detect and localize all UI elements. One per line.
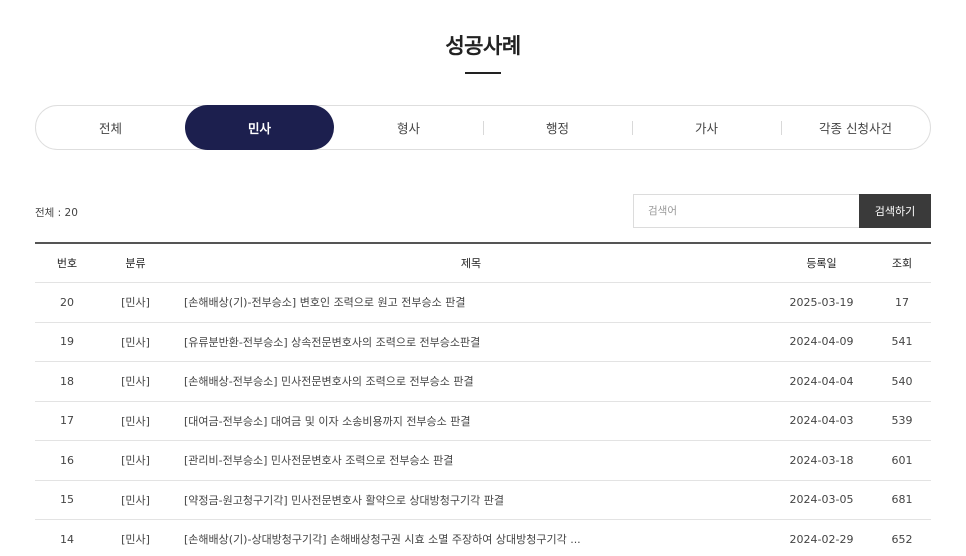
table-row[interactable]: 20 [민사] [손해배상(기)-전부승소] 변호인 조력으로 원고 전부승소 …	[35, 283, 931, 323]
row-title-cell: [대여금-전부승소] 대여금 및 이자 소송비용까지 전부승소 판결	[172, 413, 770, 429]
posts-table: 번호 분류 제목 등록일 조회 20 [민사] [손해배상(기)-전부승소] 변…	[35, 242, 931, 556]
title-underline	[465, 72, 501, 74]
total-count: 전체 : 20	[35, 207, 78, 219]
tab-administrative[interactable]: 행정	[483, 106, 632, 149]
row-title-link[interactable]: [손해배상(기)-상대방청구기각] 손해배상청구권 시효 소멸 주장하여 상대방…	[184, 533, 581, 546]
category-tabs: 전체 민사 형사 행정 가사 각종 신청사건	[35, 105, 931, 150]
page-title: 성공사례	[445, 34, 521, 58]
header-title: 제목	[460, 257, 482, 270]
tab-criminal[interactable]: 형사	[334, 106, 483, 149]
row-date: 2024-04-09	[789, 335, 854, 349]
table-row[interactable]: 14 [민사] [손해배상(기)-상대방청구기각] 손해배상청구권 시효 소멸 …	[35, 520, 931, 556]
table-row[interactable]: 19 [민사] [유류분반환-전부승소] 상속전문변호사의 조력으로 전부승소판…	[35, 323, 931, 362]
row-date: 2024-04-03	[789, 414, 854, 428]
row-category: [민사]	[121, 533, 150, 547]
row-num: 17	[60, 414, 74, 428]
row-category: [민사]	[121, 375, 150, 389]
header-category: 분류	[125, 257, 146, 270]
row-title-link[interactable]: [관리비-전부승소] 민사전문변호사 조력으로 전부승소 판결	[184, 454, 453, 467]
row-num: 19	[60, 335, 74, 349]
tab-civil[interactable]: 민사	[185, 105, 334, 150]
row-num: 15	[60, 493, 74, 507]
table-header: 번호 분류 제목 등록일 조회	[35, 244, 931, 283]
row-title-link[interactable]: [대여금-전부승소] 대여금 및 이자 소송비용까지 전부승소 판결	[184, 415, 471, 428]
row-title-cell: [유류분반환-전부승소] 상속전문변호사의 조력으로 전부승소판결	[172, 334, 770, 350]
row-title-cell: [관리비-전부승소] 민사전문변호사 조력으로 전부승소 판결	[172, 452, 770, 468]
row-title-link[interactable]: [유류분반환-전부승소] 상속전문변호사의 조력으로 전부승소판결	[184, 336, 480, 349]
search-input[interactable]	[633, 194, 859, 228]
row-views: 601	[891, 453, 913, 467]
row-category: [민사]	[121, 454, 150, 468]
header-num: 번호	[56, 257, 78, 270]
row-views: 540	[891, 374, 913, 388]
row-title-link[interactable]: [손해배상-전부승소] 민사전문변호사의 조력으로 전부승소 판결	[184, 375, 474, 388]
row-title-cell: [손해배상(기)-상대방청구기각] 손해배상청구권 시효 소멸 주장하여 상대방…	[172, 531, 770, 547]
table-row[interactable]: 18 [민사] [손해배상-전부승소] 민사전문변호사의 조력으로 전부승소 판…	[35, 362, 931, 402]
row-views: 17	[895, 295, 909, 309]
header-views: 조회	[891, 257, 913, 270]
row-date: 2024-02-29	[789, 532, 854, 546]
row-views: 652	[891, 532, 913, 546]
row-title-link[interactable]: [약정금-원고청구기각] 민사전문변호사 활약으로 상대방청구기각 판결	[184, 494, 504, 507]
row-category: [민사]	[121, 296, 150, 310]
row-date: 2024-03-05	[789, 493, 854, 507]
row-views: 539	[891, 414, 913, 428]
tab-petitions[interactable]: 각종 신청사건	[781, 106, 930, 149]
row-title-cell: [약정금-원고청구기각] 민사전문변호사 활약으로 상대방청구기각 판결	[172, 492, 770, 508]
row-date: 2024-03-18	[789, 453, 854, 467]
search-button[interactable]: 검색하기	[859, 194, 931, 228]
row-category: [민사]	[121, 414, 150, 428]
table-row[interactable]: 15 [민사] [약정금-원고청구기각] 민사전문변호사 활약으로 상대방청구기…	[35, 481, 931, 520]
row-title-cell: [손해배상-전부승소] 민사전문변호사의 조력으로 전부승소 판결	[172, 373, 770, 389]
row-views: 681	[891, 493, 913, 507]
row-num: 14	[60, 532, 74, 546]
row-views: 541	[891, 335, 913, 349]
row-date: 2024-04-04	[789, 374, 854, 388]
table-row[interactable]: 16 [민사] [관리비-전부승소] 민사전문변호사 조력으로 전부승소 판결 …	[35, 441, 931, 481]
row-num: 20	[60, 295, 74, 309]
row-title-cell: [손해배상(기)-전부승소] 변호인 조력으로 원고 전부승소 판결	[172, 294, 770, 310]
row-title-link[interactable]: [손해배상(기)-전부승소] 변호인 조력으로 원고 전부승소 판결	[184, 296, 466, 309]
tab-family[interactable]: 가사	[632, 106, 781, 149]
row-category: [민사]	[121, 335, 150, 349]
row-num: 18	[60, 374, 74, 388]
table-row[interactable]: 17 [민사] [대여금-전부승소] 대여금 및 이자 소송비용까지 전부승소 …	[35, 402, 931, 441]
row-category: [민사]	[121, 493, 150, 507]
header-date: 등록일	[806, 257, 837, 270]
row-num: 16	[60, 453, 74, 467]
tab-all[interactable]: 전체	[36, 106, 185, 149]
row-date: 2025-03-19	[789, 295, 854, 309]
